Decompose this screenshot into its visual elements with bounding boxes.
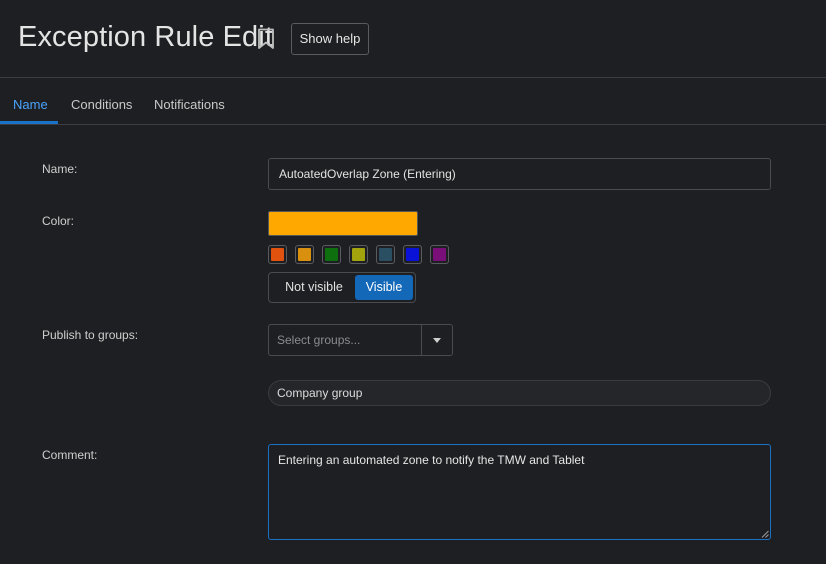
tab-conditions[interactable]: Conditions	[71, 78, 132, 125]
tab-bar: Name Conditions Notifications	[0, 78, 826, 125]
group-tag[interactable]: Company group	[268, 380, 771, 406]
page-header: Exception Rule Edit Show help	[0, 0, 826, 78]
show-help-button[interactable]: Show help	[291, 23, 369, 55]
resize-grip-icon[interactable]	[761, 530, 769, 538]
comment-label: Comment:	[42, 448, 98, 462]
color-swatch-green[interactable]	[322, 245, 341, 264]
color-swatch-purple[interactable]	[430, 245, 449, 264]
name-input[interactable]: AutoatedOverlap Zone (Entering)	[268, 158, 771, 190]
tab-name[interactable]: Name	[13, 78, 48, 125]
tab-notifications[interactable]: Notifications	[154, 78, 225, 125]
color-swatch-olive[interactable]	[349, 245, 368, 264]
color-label: Color:	[42, 214, 75, 228]
bookmark-icon[interactable]	[256, 28, 276, 50]
color-swatch-orange-red[interactable]	[268, 245, 287, 264]
exception-rule-edit-page: Exception Rule Edit Show help Name Condi…	[0, 0, 826, 564]
groups-select-placeholder: Select groups...	[277, 333, 361, 347]
chevron-down-icon[interactable]	[433, 338, 441, 343]
color-swatch-orange[interactable]	[295, 245, 314, 264]
active-tab-indicator	[0, 121, 58, 124]
color-swatch-slate[interactable]	[376, 245, 395, 264]
groups-select[interactable]: Select groups...	[268, 324, 453, 356]
select-divider	[421, 325, 422, 355]
not-visible-option[interactable]: Not visible	[273, 275, 355, 300]
visible-option[interactable]: Visible	[355, 275, 413, 300]
color-swatch-blue[interactable]	[403, 245, 422, 264]
name-label: Name:	[42, 162, 78, 176]
visibility-toggle: Not visible Visible	[268, 272, 416, 303]
selected-color-preview[interactable]	[268, 211, 418, 236]
page-title: Exception Rule Edit	[18, 21, 273, 53]
publish-groups-label: Publish to groups:	[42, 328, 139, 342]
comment-textarea[interactable]: Entering an automated zone to notify the…	[268, 444, 771, 540]
